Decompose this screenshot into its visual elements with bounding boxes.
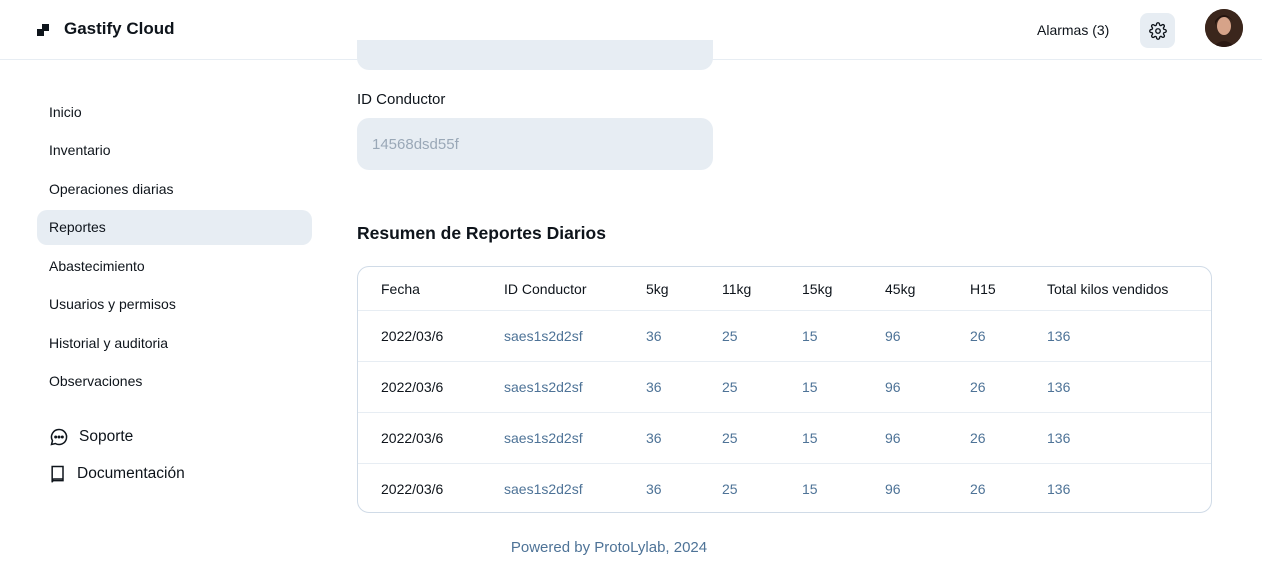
footer-text: Powered by ProtoLylab, 2024 [510,539,708,556]
cell-h15: 26 [970,463,1047,512]
table-row: 2022/03/6 saes1s2d2sf 36 25 15 96 26 136 [358,361,1211,413]
cell-total-kilos: 136 [1047,412,1211,464]
column-header-15kg: 15kg [802,280,833,297]
gear-icon [1148,21,1167,40]
alarms-link[interactable]: Alarmas (3) [1037,22,1109,38]
cell-5kg: 36 [646,361,722,413]
app-title: Gastify Cloud [64,19,175,38]
summary-title: Resumen de Reportes Diarios [357,223,606,243]
cell-5kg: 36 [646,463,722,512]
table-header-row: Fecha ID Conductor 5kg 11kg 15kg 45kg H1… [358,267,1211,311]
sidebar-item-operaciones-diarias[interactable]: Operaciones diarias [37,171,312,206]
cell-fecha: 2022/03/6 [358,412,504,464]
cell-45kg: 96 [885,463,970,512]
cell-h15: 26 [970,361,1047,413]
cell-15kg: 15 [802,361,885,413]
support-link[interactable]: Soporte [49,427,133,447]
column-header-id-conductor: ID Conductor [504,280,587,297]
column-header-h15: H15 [970,280,996,297]
cell-h15: 26 [970,412,1047,464]
settings-button[interactable] [1140,13,1175,48]
documentation-link[interactable]: Documentación [49,464,185,484]
cell-total-kilos: 136 [1047,361,1211,413]
cell-5kg: 36 [646,412,722,464]
cell-45kg: 96 [885,310,970,362]
cell-11kg: 25 [722,361,802,413]
cell-id-conductor: saes1s2d2sf [504,361,646,413]
documentation-label: Documentación [77,465,185,482]
sidebar-item-abastecimiento[interactable]: Abastecimiento [37,248,312,283]
cell-45kg: 96 [885,412,970,464]
cell-h15: 26 [970,310,1047,362]
book-icon [51,465,64,483]
cell-id-conductor: saes1s2d2sf [504,463,646,512]
column-header-total-kilos: Total kilos vendidos [1047,280,1169,297]
column-header-11kg: 11kg [722,280,752,297]
cell-11kg: 25 [722,463,802,512]
driver-id-input[interactable] [357,118,713,170]
cell-total-kilos: 136 [1047,463,1211,512]
cell-15kg: 15 [802,463,885,512]
cell-total-kilos: 136 [1047,310,1211,362]
support-label: Soporte [79,428,134,445]
column-header-45kg: 45kg [885,280,916,297]
chat-bubble-icon [50,428,68,446]
table-row: 2022/03/6 saes1s2d2sf 36 25 15 96 26 136 [358,310,1211,362]
cell-id-conductor: saes1s2d2sf [504,412,646,464]
cell-id-conductor: saes1s2d2sf [504,310,646,362]
previous-input-field[interactable] [357,40,713,70]
sidebar-item-inicio[interactable]: Inicio [37,94,312,129]
column-header-5kg: 5kg [646,280,669,297]
app-logo-icon [37,24,49,36]
cell-fecha: 2022/03/6 [358,361,504,413]
cell-15kg: 15 [802,310,885,362]
sidebar-item-inventario[interactable]: Inventario [37,133,312,168]
sidebar-item-historial-auditoria[interactable]: Historial y auditoria [37,325,312,360]
cell-fecha: 2022/03/6 [358,463,504,512]
avatar-image [1205,9,1243,47]
cell-fecha: 2022/03/6 [358,310,504,362]
driver-id-label: ID Conductor [357,91,446,108]
daily-reports-table: Fecha ID Conductor 5kg 11kg 15kg 45kg H1… [357,266,1212,513]
cell-11kg: 25 [722,310,802,362]
cell-15kg: 15 [802,412,885,464]
table-row: 2022/03/6 saes1s2d2sf 36 25 15 96 26 136 [358,463,1211,512]
cell-45kg: 96 [885,361,970,413]
sidebar-nav: Inicio Inventario Operaciones diarias Re… [37,94,312,402]
table-row: 2022/03/6 saes1s2d2sf 36 25 15 96 26 136 [358,412,1211,464]
column-header-fecha: Fecha [381,280,420,297]
cell-11kg: 25 [722,412,802,464]
sidebar-item-usuarios-permisos[interactable]: Usuarios y permisos [37,287,312,322]
user-avatar[interactable] [1205,9,1243,47]
cell-5kg: 36 [646,310,722,362]
sidebar-item-reportes[interactable]: Reportes [37,209,312,245]
sidebar-item-observaciones[interactable]: Observaciones [37,364,312,399]
